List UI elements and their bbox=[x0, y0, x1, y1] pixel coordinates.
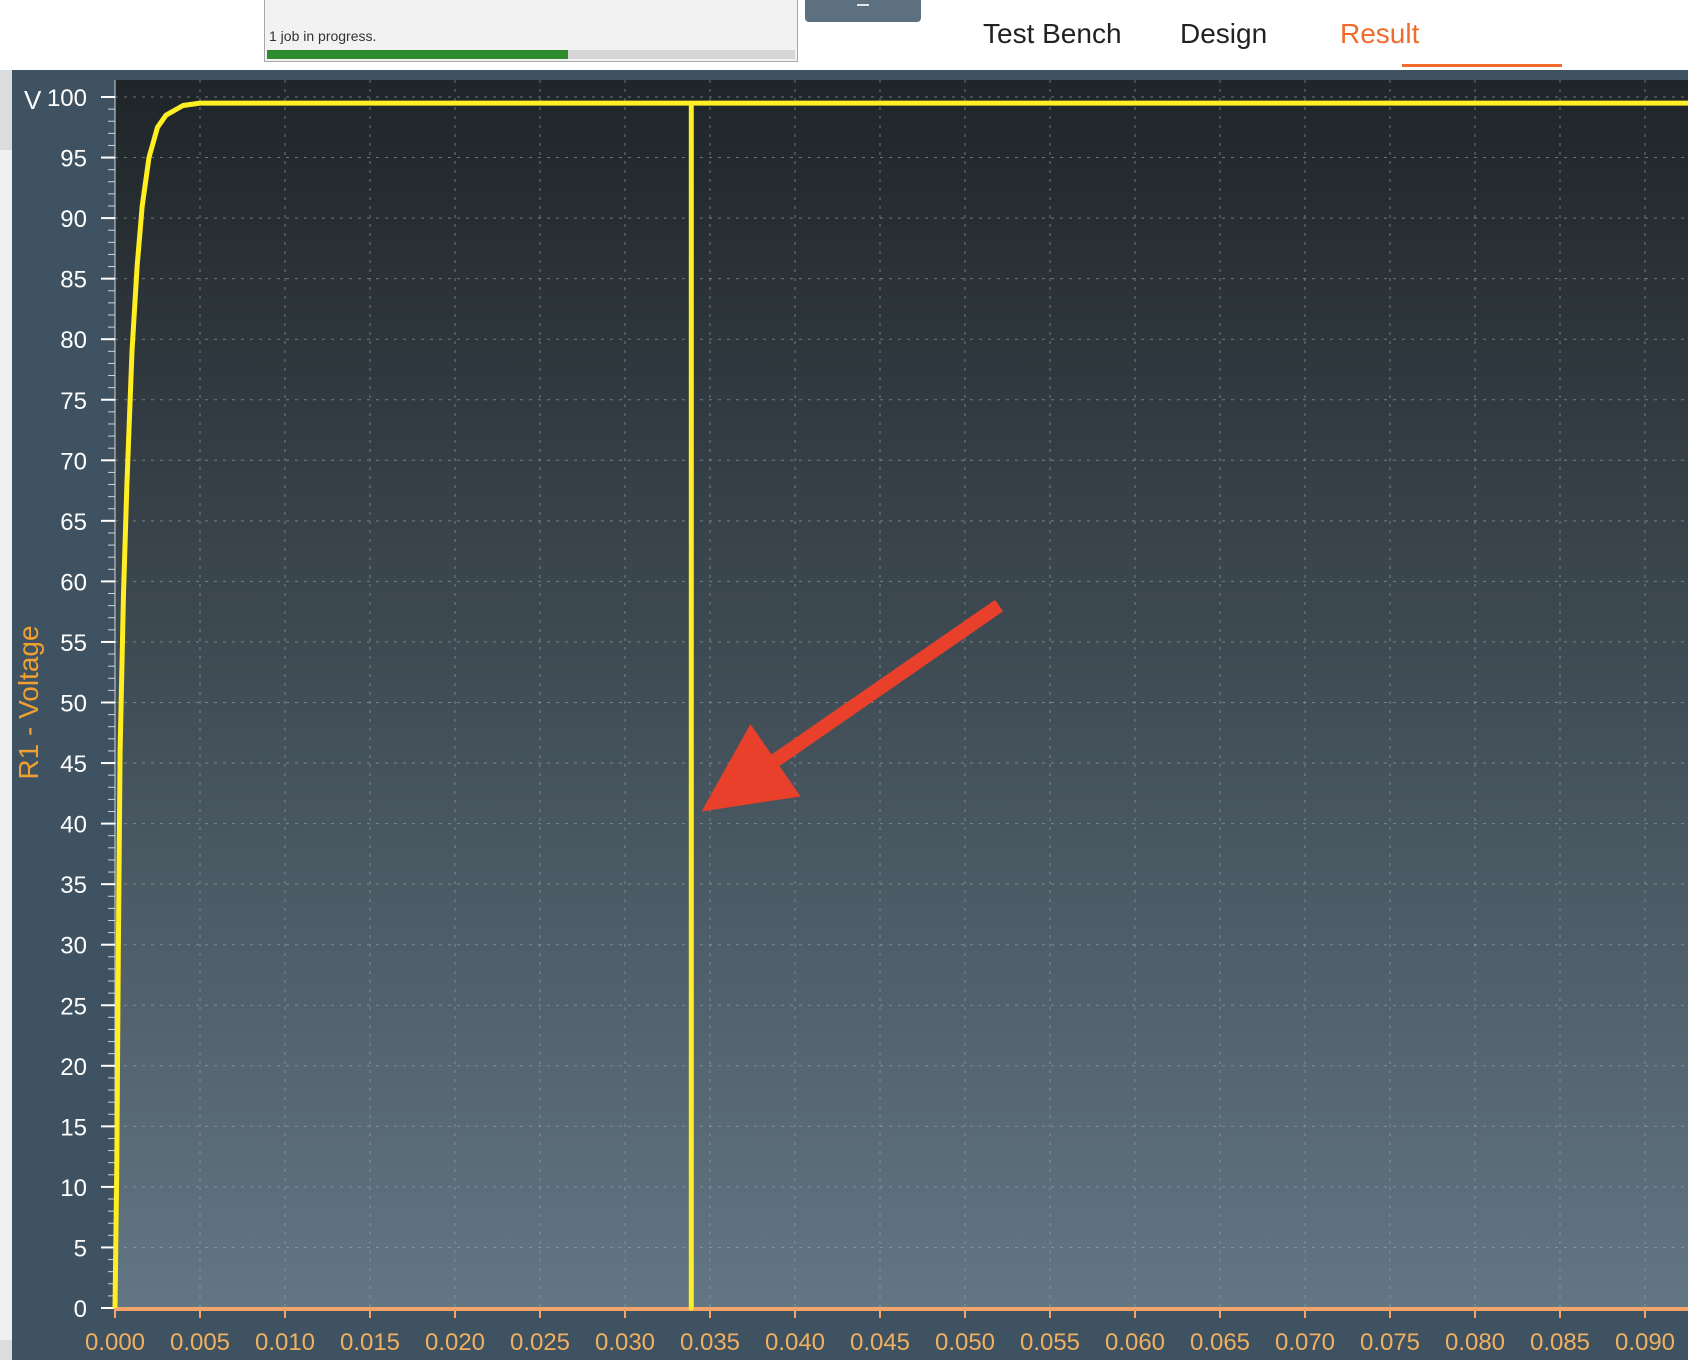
x-tick-label: 0.040 bbox=[765, 1329, 825, 1356]
voltage-plot[interactable]: 0 5 10 15 20 25 30 35 40 45 50 55 60 65 70 75 80 85 90 95 10… bbox=[0, 70, 1688, 1360]
x-tick-label: 0.000 bbox=[85, 1329, 145, 1356]
x-tick-label: 0.025 bbox=[510, 1329, 570, 1356]
y-tick-label: 0 bbox=[74, 1296, 87, 1323]
y-tick-label: 65 bbox=[60, 509, 87, 536]
x-tick-label: 0.020 bbox=[425, 1329, 485, 1356]
job-progress-fill bbox=[267, 50, 568, 59]
top-bar: 1 job in progress. Test Bench Design Res… bbox=[0, 0, 1688, 70]
x-tick-label: 0.055 bbox=[1020, 1329, 1080, 1356]
x-tick-label: 0.070 bbox=[1275, 1329, 1335, 1356]
menu-button[interactable] bbox=[805, 0, 921, 22]
y-tick-label: 25 bbox=[60, 993, 87, 1020]
y-tick-label: 75 bbox=[60, 388, 87, 415]
x-tick-label: 0.045 bbox=[850, 1329, 910, 1356]
y-tick-label: 80 bbox=[60, 327, 87, 354]
x-tick-label: 0.015 bbox=[340, 1329, 400, 1356]
x-tick-label: 0.075 bbox=[1360, 1329, 1420, 1356]
y-tick-label: 10 bbox=[60, 1175, 87, 1202]
y-tick-label: 20 bbox=[60, 1054, 87, 1081]
y-unit-label: V bbox=[24, 85, 42, 115]
x-tick-label: 0.080 bbox=[1445, 1329, 1505, 1356]
y-axis-ticks: 0 5 10 15 20 25 30 35 40 45 50 55 60 65 70 75 80 85 90 95 10… bbox=[47, 85, 115, 1323]
y-tick-label: 70 bbox=[60, 448, 87, 475]
y-tick-label: 60 bbox=[60, 569, 87, 596]
y-tick-label: 90 bbox=[60, 206, 87, 233]
x-tick-label: 0.050 bbox=[935, 1329, 995, 1356]
y-tick-label: 40 bbox=[60, 812, 87, 839]
x-tick-label: 0.030 bbox=[595, 1329, 655, 1356]
plot-area bbox=[115, 80, 1688, 1308]
active-tab-indicator bbox=[1402, 64, 1562, 67]
x-tick-label: 0.085 bbox=[1530, 1329, 1590, 1356]
y-tick-label: 50 bbox=[60, 691, 87, 718]
tab-result[interactable]: Result bbox=[1340, 18, 1419, 50]
y-tick-label: 15 bbox=[60, 1114, 87, 1141]
x-tick-label: 0.005 bbox=[170, 1329, 230, 1356]
y-tick-label: 55 bbox=[60, 630, 87, 657]
y-tick-label: 30 bbox=[60, 933, 87, 960]
chart-panel: 0 5 10 15 20 25 30 35 40 45 50 55 60 65 70 75 80 85 90 95 10… bbox=[0, 70, 1688, 1360]
y-axis-label: R1 - Voltage bbox=[13, 625, 44, 779]
y-minor-ticks bbox=[108, 80, 116, 1309]
y-tick-label: 100 bbox=[47, 85, 87, 112]
x-tick-label: 0.065 bbox=[1190, 1329, 1250, 1356]
x-tick-label: 0.060 bbox=[1105, 1329, 1165, 1356]
job-status-text: 1 job in progress. bbox=[269, 28, 377, 44]
tab-test-bench[interactable]: Test Bench bbox=[983, 18, 1122, 50]
y-tick-label: 95 bbox=[60, 146, 87, 173]
y-tick-label: 85 bbox=[60, 267, 87, 294]
x-tick-label: 0.090 bbox=[1615, 1329, 1675, 1356]
x-tick-label: 0.010 bbox=[255, 1329, 315, 1356]
y-tick-label: 35 bbox=[60, 872, 87, 899]
y-tick-label: 45 bbox=[60, 751, 87, 778]
x-tick-label: 0.035 bbox=[680, 1329, 740, 1356]
job-progress-bar bbox=[267, 50, 795, 59]
job-status-panel: 1 job in progress. bbox=[264, 0, 798, 62]
x-axis-ticks: 0.000 0.005 0.010 0.015 0.020 0.025 0.030 0.035… bbox=[85, 1308, 1675, 1356]
tab-design[interactable]: Design bbox=[1180, 18, 1267, 50]
y-tick-label: 5 bbox=[74, 1235, 87, 1262]
